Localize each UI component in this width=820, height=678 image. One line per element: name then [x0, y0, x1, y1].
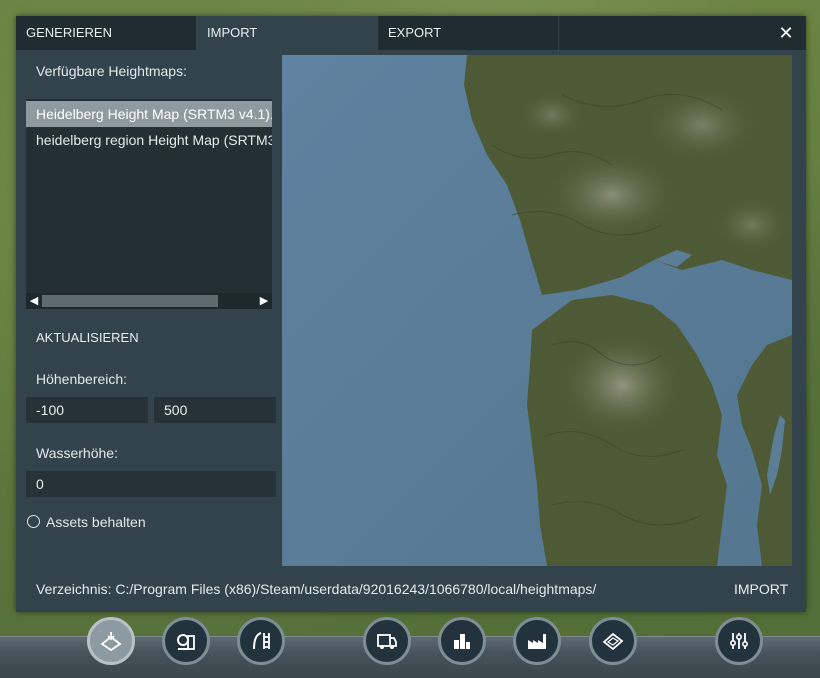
tab-import[interactable]: IMPORT [197, 16, 378, 50]
heightmap-list[interactable]: Heidelberg Height Map (SRTM3 v4.1).png h… [26, 99, 272, 309]
tab-bar-spacer [559, 16, 766, 50]
import-button[interactable]: IMPORT [734, 581, 788, 597]
height-max-field[interactable]: 500 [154, 397, 276, 423]
town-tool-button[interactable] [438, 617, 486, 665]
map-tool-icon [602, 632, 624, 651]
vehicle-tool-button[interactable] [363, 617, 411, 665]
industry-tool-icon [528, 634, 546, 649]
rail-tool-icon [253, 632, 270, 650]
list-item[interactable]: heidelberg region Height Map (SRTM3 v4.1… [26, 127, 272, 153]
heightmaps-label: Verfügbare Heightmaps: [36, 63, 187, 79]
refresh-button[interactable]: AKTUALISIEREN [36, 330, 139, 345]
settings-button[interactable] [715, 617, 763, 665]
keep-assets-radio[interactable] [27, 515, 40, 528]
water-level-label: Wasserhöhe: [36, 445, 118, 461]
height-range-label: Höhenbereich: [36, 371, 128, 387]
industry-tool-button[interactable] [513, 617, 561, 665]
settings-sliders-icon [729, 633, 749, 649]
heightmap-preview [282, 55, 792, 566]
list-item[interactable]: Heidelberg Height Map (SRTM3 v4.1).png [26, 101, 272, 127]
height-min-field[interactable]: -100 [26, 397, 148, 423]
water-level-field[interactable]: 0 [26, 471, 276, 497]
tab-generieren[interactable]: GENERIEREN [16, 16, 197, 50]
scroll-right-icon[interactable]: ▶ [256, 293, 272, 309]
road-tool-button[interactable] [162, 617, 210, 665]
terrain-tool-button[interactable] [87, 617, 135, 665]
map-tool-button[interactable] [589, 617, 637, 665]
directory-path: Verzeichnis: C:/Program Files (x86)/Stea… [36, 581, 597, 597]
scroll-left-icon[interactable]: ◀ [26, 293, 42, 309]
keep-assets-label: Assets behalten [46, 514, 146, 530]
heightmap-dialog: GENERIEREN IMPORT EXPORT ✕ Verfügbare He… [16, 16, 806, 612]
town-tool-icon [454, 634, 470, 649]
close-icon[interactable]: ✕ [766, 16, 806, 50]
tab-bar: GENERIEREN IMPORT EXPORT ✕ [16, 16, 806, 50]
road-tool-icon [177, 634, 195, 650]
heightmap-preview-image [282, 55, 792, 566]
horizontal-scrollbar[interactable]: ◀ ▶ [26, 293, 272, 309]
tab-export[interactable]: EXPORT [378, 16, 559, 50]
rail-tool-button[interactable] [237, 617, 285, 665]
vehicle-tool-icon [377, 634, 397, 649]
terrain-tool-icon [100, 632, 122, 652]
scrollbar-thumb[interactable] [42, 295, 218, 307]
